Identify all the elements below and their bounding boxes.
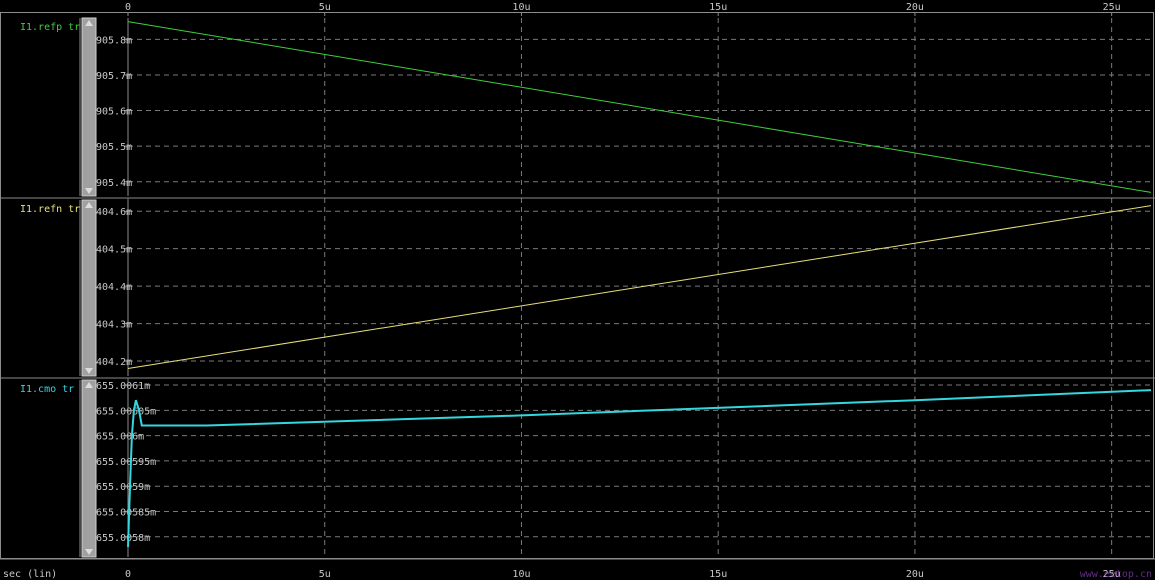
y-tick-label: 905.5m (96, 142, 132, 153)
y-tick-label: 655.0061m (96, 381, 150, 392)
waveform-line (127, 205, 1152, 369)
y-tick-label: 404.3m (96, 320, 132, 331)
signal-name: I1.refn tr (20, 204, 80, 215)
y-tick-label: 905.6m (96, 107, 132, 118)
y-tick-label: 655.00595m (96, 457, 156, 468)
y-tick-label: 655.006m (96, 432, 144, 443)
y-tick-label: 655.00585m (96, 507, 156, 518)
x-tick-label-top: 5u (319, 2, 331, 13)
x-tick-label-top: 10u (512, 2, 530, 13)
waveform-viewer: 0 0 5u 5u 10u 10u 15u 15u 20u 20u 25u 25u sec (lin) w… (0, 0, 1155, 580)
x-tick-label-bottom: 10u (512, 569, 530, 580)
y-tick-label: 905.4m (96, 178, 132, 189)
signal-name: I1.cmo tr (20, 384, 74, 395)
x-tick-label-top: 20u (906, 2, 924, 13)
y-tick-label: 655.0059m (96, 482, 150, 493)
panel-scrollbar[interactable] (81, 17, 97, 197)
x-tick-label-top: 15u (709, 2, 727, 13)
signal-name: I1.refp tr (20, 22, 80, 33)
x-tick-label-bottom: 20u (906, 569, 924, 580)
y-tick-label: 905.8m (96, 35, 132, 46)
x-tick-label-top: 0 (125, 2, 131, 13)
x-tick-label-bottom: 5u (319, 569, 331, 580)
y-tick-label: 404.6m (96, 207, 132, 218)
waveform-chart: 005u5u10u10u15u15u20u20u25u25usec (lin) w… (0, 2, 1155, 580)
y-tick-label: 655.0058m (96, 533, 150, 544)
panel-scrollbar[interactable] (81, 379, 97, 558)
x-axis-label: sec (lin) (3, 569, 57, 580)
plot-frame (0, 12, 1154, 559)
waveform-line (127, 21, 1152, 193)
y-tick-label: 404.5m (96, 245, 132, 256)
x-tick-label-bottom: 15u (709, 569, 727, 580)
x-tick-label-bottom: 0 (125, 569, 131, 580)
x-tick-label-top: 25u (1103, 2, 1121, 13)
y-tick-label: 655.00605m (96, 406, 156, 417)
waveform-line (127, 389, 1152, 547)
watermark: www.eetop.cn (1080, 569, 1152, 580)
y-tick-label: 404.2m (96, 357, 132, 368)
panel-scrollbar[interactable] (81, 199, 97, 377)
y-tick-label: 404.4m (96, 282, 132, 293)
y-tick-label: 905.7m (96, 71, 132, 82)
